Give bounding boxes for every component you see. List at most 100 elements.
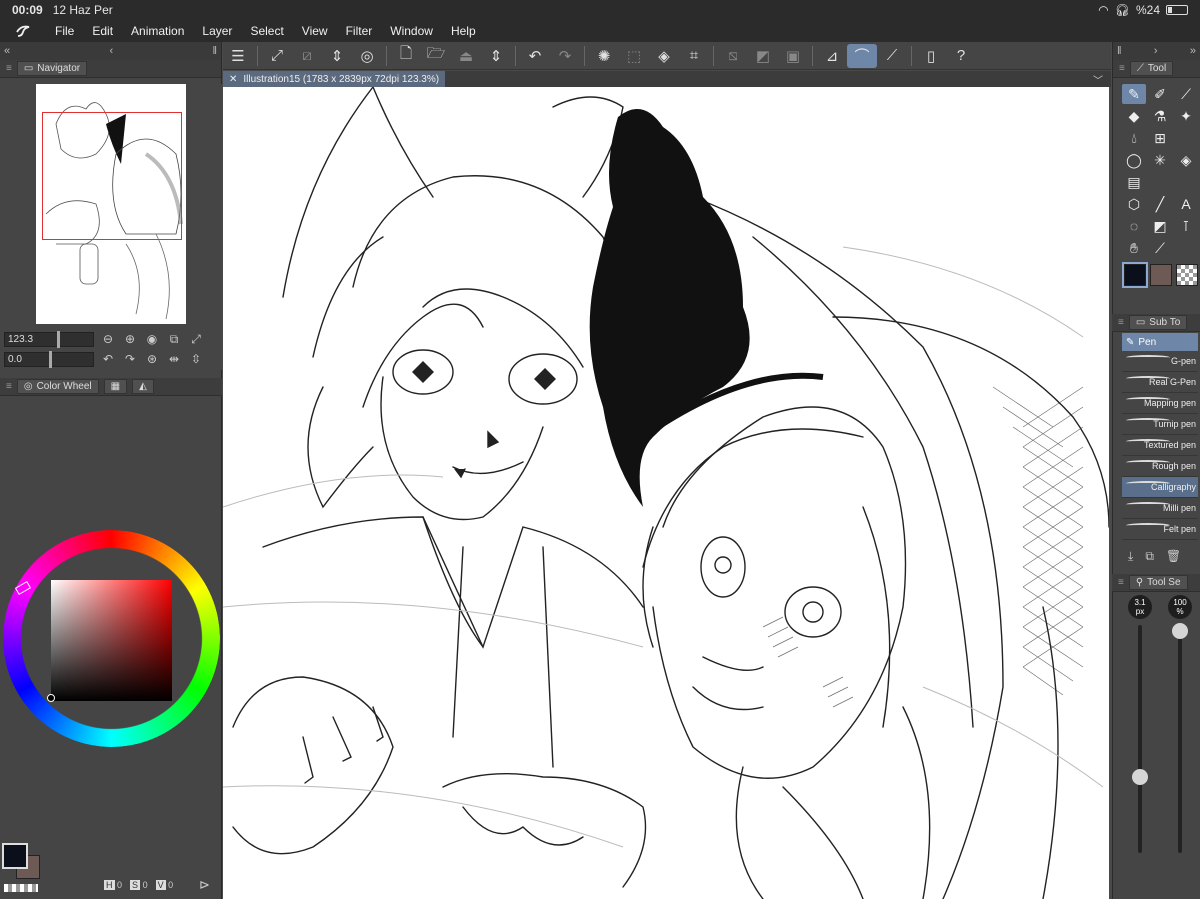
magic-wand-tool-icon[interactable]: ✳ (1148, 150, 1172, 170)
drawing-canvas[interactable] (223, 87, 1109, 899)
subtool-item-g-pen[interactable]: G-pen (1122, 351, 1198, 372)
menu-file[interactable]: File (46, 24, 83, 38)
ruler-icon[interactable]: ⊿ (817, 44, 847, 68)
quick-access-icon[interactable]: ◎ (352, 44, 382, 68)
lasso-tool-icon[interactable]: ◯ (1122, 150, 1146, 170)
app-logo-icon[interactable] (0, 24, 46, 38)
chevron-down-icon[interactable]: ﹀ (1093, 72, 1103, 87)
chevron-left-icon[interactable]: ‹ (109, 45, 113, 57)
opacity-knob[interactable] (1172, 623, 1188, 639)
brush-size-knob[interactable] (1132, 769, 1148, 785)
subtool-group-pen[interactable]: ✎ Pen (1122, 333, 1198, 351)
menu-select[interactable]: Select (241, 24, 292, 38)
rotate-left-icon[interactable]: ↶ (100, 351, 116, 367)
line-tool-icon[interactable]: ╱ (1148, 194, 1172, 214)
menu-animation[interactable]: Animation (122, 24, 193, 38)
hand-tool-icon[interactable]: ✋︎ (1122, 238, 1146, 258)
collapse-left-icon[interactable]: « (4, 45, 10, 57)
saturation-value-square[interactable] (51, 580, 172, 701)
reset-rotation-icon[interactable]: ⊛ (144, 351, 160, 367)
subtool-item-mapping-pen[interactable]: Mapping pen (1122, 393, 1198, 414)
eraser-tool-icon[interactable]: ◆ (1122, 106, 1146, 126)
brush-size-slider[interactable] (1138, 625, 1142, 853)
subtool-menu-grip-icon[interactable]: ≡ (1118, 317, 1124, 328)
chevron-right-icon[interactable]: › (1154, 45, 1158, 57)
sv-cursor[interactable] (47, 694, 55, 702)
frame-tool-icon[interactable]: ◩ (1148, 216, 1172, 236)
balloon-tool-icon[interactable]: ◌ (1122, 216, 1146, 236)
ruler-tool-icon[interactable]: ⊺ (1174, 216, 1198, 236)
tool-settings-tab[interactable]: ⚲ Tool Se (1128, 575, 1188, 590)
crop-icon[interactable]: ⌗ (679, 44, 709, 68)
color-mode-icon[interactable]: ⊳ (199, 877, 210, 893)
up-down-icon[interactable]: ⇕ (322, 44, 352, 68)
save-arrows-icon[interactable]: ⇕ (481, 44, 511, 68)
transparent-color-chip[interactable] (4, 884, 38, 892)
help-icon[interactable]: ? (946, 44, 976, 68)
document-tab[interactable]: ✕ Illustration15 (1783 x 2839px 72dpi 12… (223, 71, 446, 87)
navigator-thumbnail[interactable] (36, 84, 186, 324)
undo-icon[interactable]: ↶ (520, 44, 550, 68)
zoom-out-icon[interactable]: ⊖ (100, 331, 116, 347)
open-folder-icon[interactable]: 🗁︎ (421, 44, 451, 68)
menu-view[interactable]: View (293, 24, 337, 38)
subtool-item-rough-pen[interactable]: Rough pen (1122, 456, 1198, 477)
flip-vertical-icon[interactable]: ⇳ (188, 351, 204, 367)
object-tool-icon[interactable]: ⬡ (1122, 194, 1146, 214)
tool-menu-grip-icon[interactable]: ≡ (1119, 63, 1125, 74)
menu-help[interactable]: Help (442, 24, 485, 38)
invert-selection-icon[interactable]: ◩ (748, 44, 778, 68)
right-grip-icon[interactable]: ‖ (1117, 45, 1122, 57)
duplicate-subtool-icon[interactable]: ⧉ (1145, 549, 1154, 564)
cloud-save-icon[interactable]: ⏏ (451, 44, 481, 68)
fill-bucket-icon[interactable]: ◈ (649, 44, 679, 68)
subtool-item-turnip-pen[interactable]: Turnip pen (1122, 414, 1198, 435)
flip-horizontal-icon[interactable]: ⇹ (166, 351, 182, 367)
navigator-tab[interactable]: ▭ Navigator (16, 61, 88, 76)
zoom-in-icon[interactable]: ⊕ (122, 331, 138, 347)
pen-tool-icon[interactable]: ✎ (1122, 84, 1146, 104)
transparent-swatch[interactable] (1176, 264, 1198, 286)
download-subtool-icon[interactable]: ⤓ (1128, 549, 1133, 564)
grid-tool-icon[interactable]: ⊞ (1148, 128, 1172, 148)
stabilizer-brush-icon[interactable]: ⌒ (847, 43, 877, 68)
color-set-tab[interactable]: ▦ (103, 379, 128, 394)
smartphone-icon[interactable]: ▯ (916, 44, 946, 68)
menu-edit[interactable]: Edit (83, 24, 122, 38)
hamburger-menu-icon[interactable]: ☰ (223, 44, 253, 68)
subtool-item-textured-pen[interactable]: Textured pen (1122, 435, 1198, 456)
text-tool-icon[interactable]: A (1174, 194, 1198, 214)
loading-spinner-icon[interactable]: ✺ (589, 44, 619, 68)
color-history-tab[interactable]: ◭ (132, 379, 154, 394)
redo-icon[interactable]: ↷ (550, 44, 580, 68)
sub-color-swatch[interactable] (1150, 264, 1172, 286)
pencil-tool-icon[interactable]: ✐ (1148, 84, 1172, 104)
blend-tool-icon[interactable]: ⚗ (1148, 106, 1172, 126)
trash-icon[interactable]: 🗑︎ (1166, 549, 1181, 564)
fit-window-icon[interactable]: ⤢ (188, 331, 204, 347)
subtool-item-milli-pen[interactable]: Milli pen (1122, 498, 1198, 519)
transform-icon[interactable]: ⧄ (292, 44, 322, 68)
fill-bucket-tool-icon[interactable]: ◈ (1174, 150, 1198, 170)
panel-grip-icon[interactable]: ‖ (212, 45, 217, 57)
new-file-icon[interactable]: 🗋︎ (391, 44, 421, 68)
subtool-item-calligraphy[interactable]: Calligraphy (1122, 477, 1198, 498)
brush-tool-icon[interactable]: ⟋ (1174, 84, 1198, 104)
zoom-slider[interactable]: 123.3 (4, 330, 94, 348)
actual-size-icon[interactable]: ⧉ (166, 331, 182, 347)
main-color-chip[interactable] (2, 843, 28, 869)
close-tab-icon[interactable]: ✕ (229, 74, 237, 85)
eyedropper-tool-icon[interactable]: ⟋ (1148, 238, 1172, 258)
fit-icon[interactable]: ◉ (144, 331, 160, 347)
tool-settings-menu-grip-icon[interactable]: ≡ (1118, 577, 1124, 588)
menu-window[interactable]: Window (381, 24, 442, 38)
menu-grip-icon[interactable]: ≡ (6, 63, 12, 74)
gradient-tool-icon[interactable]: ▤ (1122, 172, 1146, 192)
rotate-right-icon[interactable]: ↷ (122, 351, 138, 367)
resize-canvas-icon[interactable]: ⤢ (262, 44, 292, 68)
sparkle-tool-icon[interactable]: ✦ (1174, 106, 1198, 126)
opacity-slider[interactable] (1178, 625, 1182, 853)
subtool-tab[interactable]: ▭ Sub To (1128, 315, 1188, 330)
deselect-icon[interactable]: ⧅ (718, 44, 748, 68)
rotate-slider[interactable]: 0.0 (4, 350, 94, 368)
